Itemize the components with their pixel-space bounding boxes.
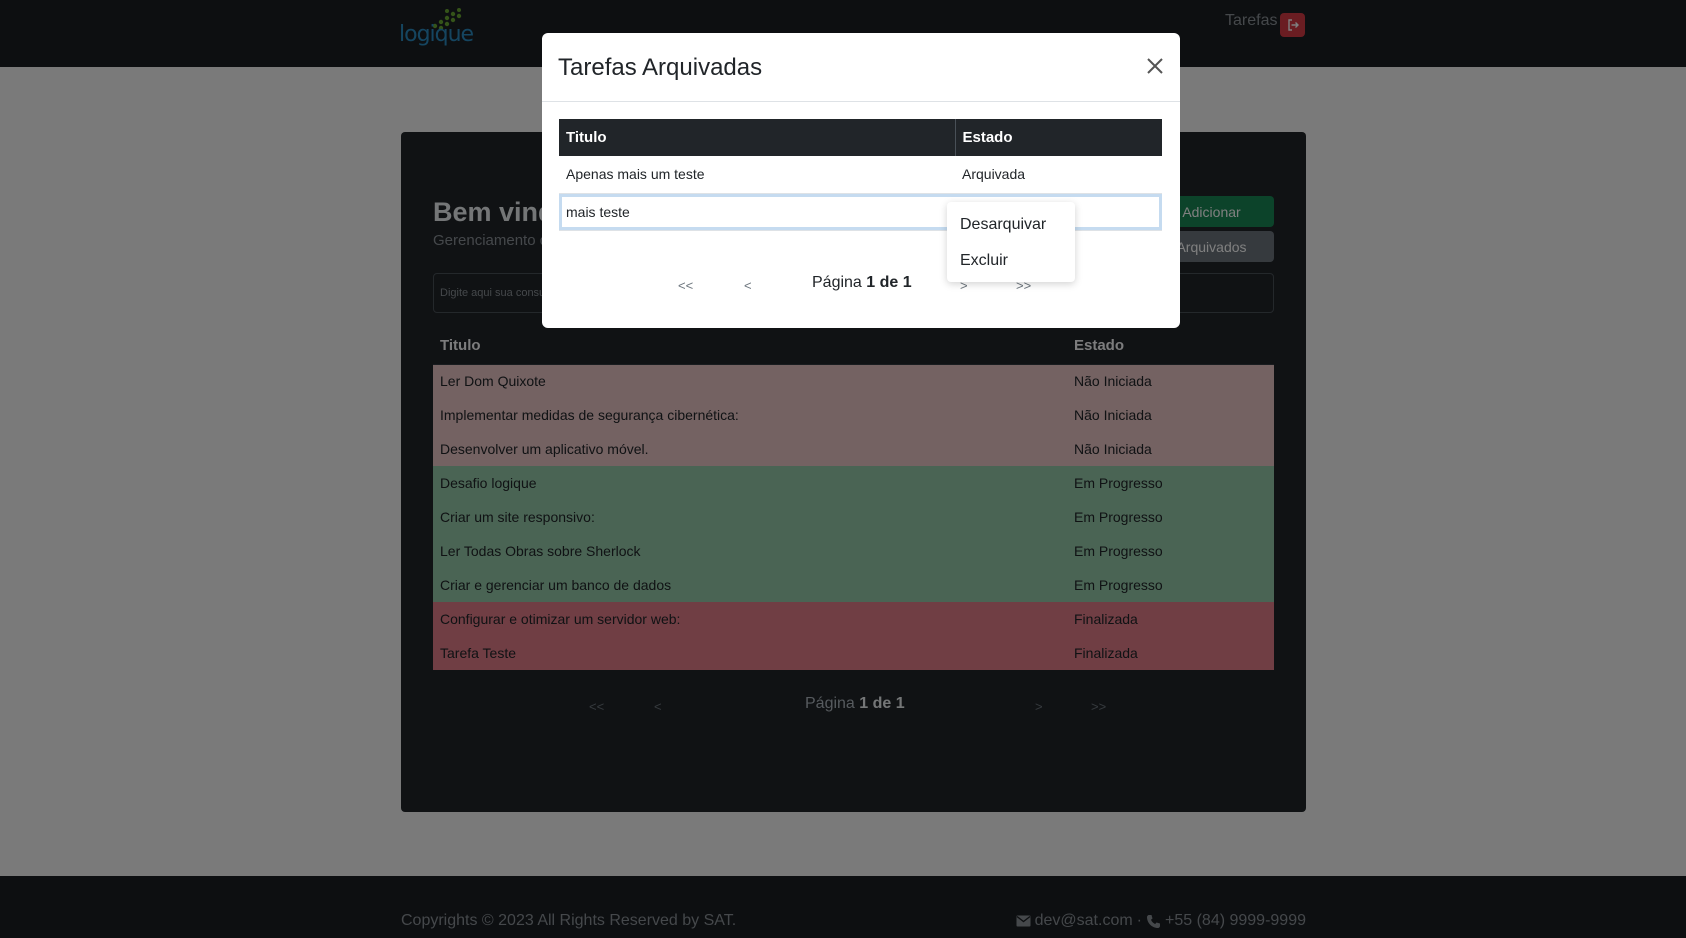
modal-pagination: << < Página 1 de 1 > >> xyxy=(542,274,1180,304)
column-header-titulo[interactable]: Titulo xyxy=(559,119,956,156)
archived-task-status: Arquivada xyxy=(955,156,1162,194)
archived-task-title: mais teste xyxy=(559,193,955,231)
page-of: de xyxy=(879,274,899,291)
page-current: 1 xyxy=(866,274,876,291)
archived-tasks-modal: Tarefas Arquivadas Titulo Estado Apenas … xyxy=(542,33,1180,328)
close-icon[interactable] xyxy=(1144,55,1166,77)
column-header-estado[interactable]: Estado xyxy=(955,119,1162,156)
archived-task-title: Apenas mais um teste xyxy=(559,156,955,194)
first-page-button[interactable]: << xyxy=(678,278,693,293)
modal-title: Tarefas Arquivadas xyxy=(558,54,763,81)
modal-header: Tarefas Arquivadas xyxy=(542,33,1180,102)
page-indicator: Página 1 de 1 xyxy=(812,274,912,292)
prev-page-button[interactable]: < xyxy=(744,278,752,293)
table-row[interactable]: Apenas mais um teste Arquivada xyxy=(559,156,1162,194)
page-total: 1 xyxy=(902,274,912,291)
menu-item-excluir[interactable]: Excluir xyxy=(960,252,1008,270)
page-label: Página xyxy=(812,274,862,291)
context-menu: Desarquivar Excluir xyxy=(947,202,1075,282)
menu-item-desarquivar[interactable]: Desarquivar xyxy=(960,216,1046,234)
